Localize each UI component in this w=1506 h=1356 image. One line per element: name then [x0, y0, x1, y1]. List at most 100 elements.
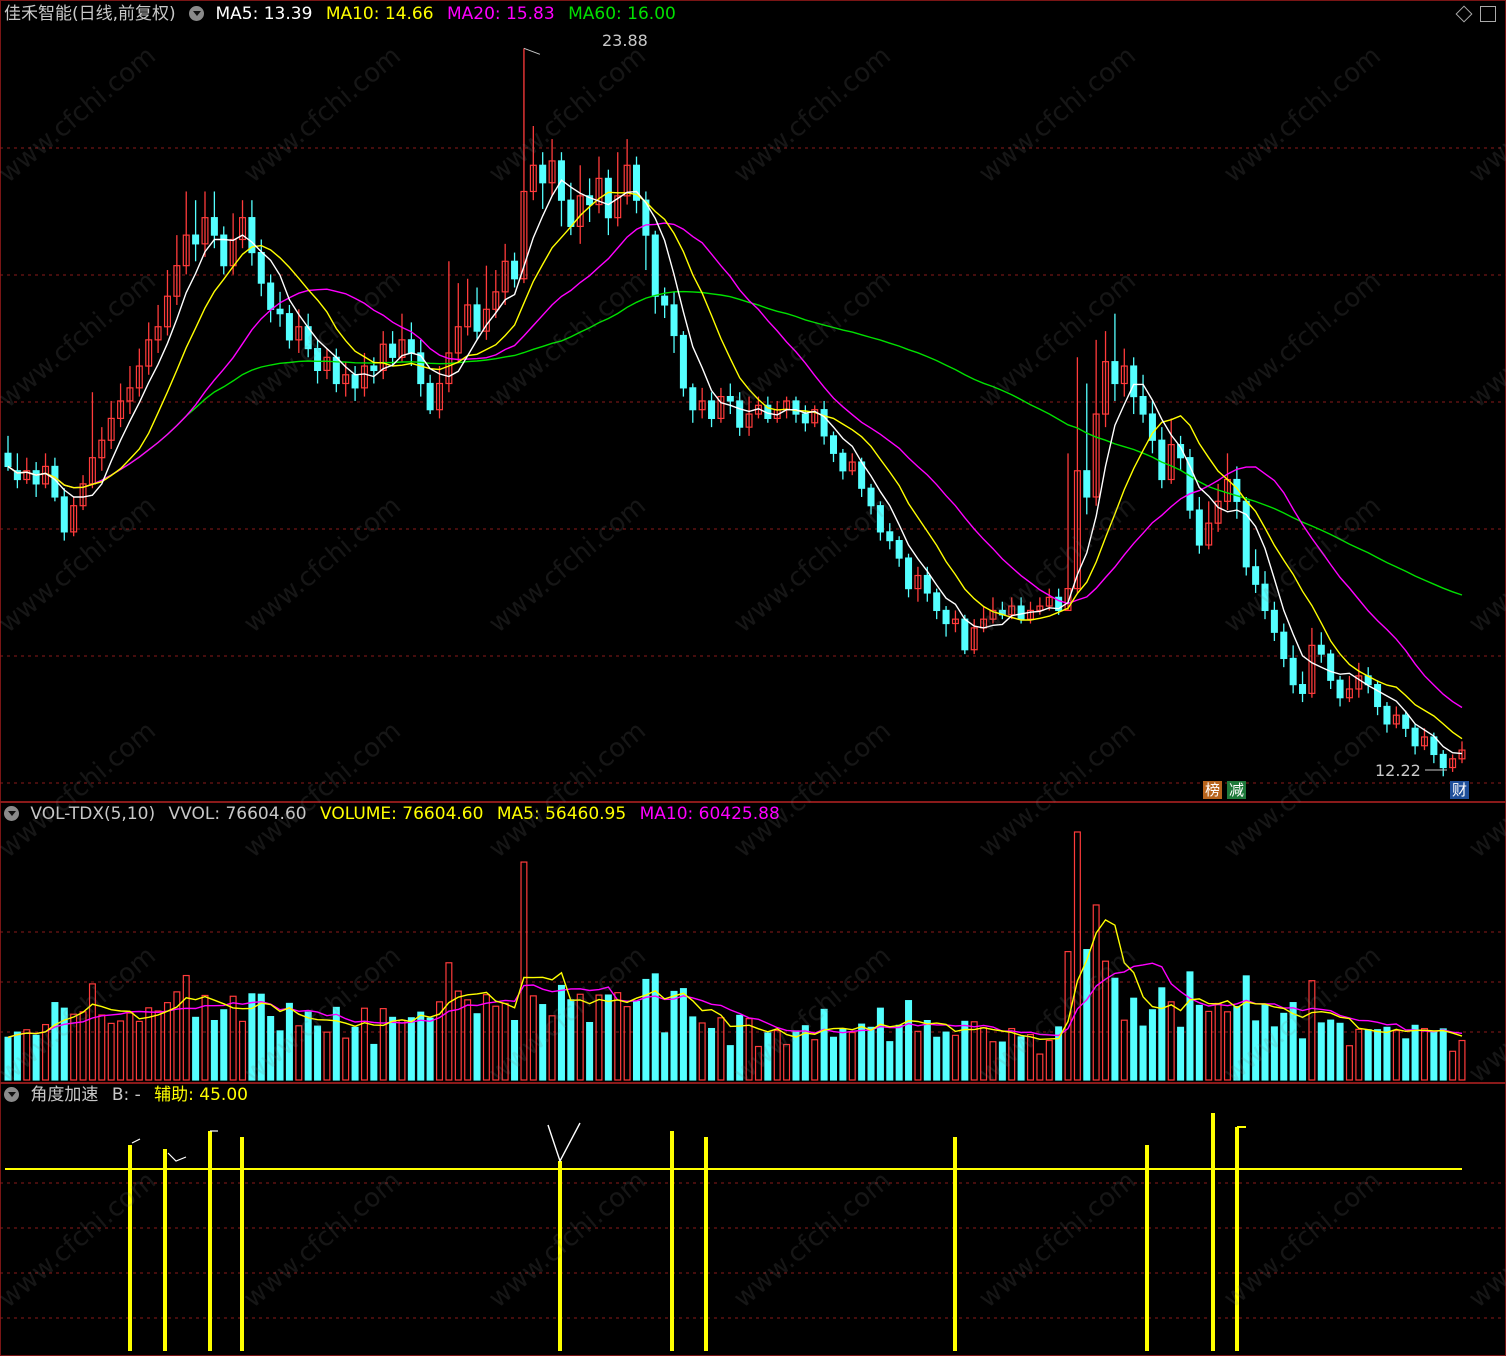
candle-down: [1317, 644, 1325, 655]
volume-bar: [126, 1012, 134, 1081]
candle-down: [567, 199, 575, 227]
candle-down: [351, 374, 359, 389]
candle-down: [923, 574, 931, 594]
volume-bar: [135, 1020, 143, 1081]
indicator-chart: [0, 1113, 1506, 1351]
volume-bar: [942, 1031, 950, 1081]
candle-down: [1383, 705, 1391, 725]
volume-bar: [1195, 1004, 1203, 1081]
volume-bar: [1374, 1029, 1382, 1081]
volume-bar: [923, 1019, 931, 1081]
volume-bar: [454, 990, 462, 1081]
candle-down: [1195, 509, 1203, 546]
volume-bar: [1036, 1053, 1044, 1081]
candle-down: [905, 557, 913, 590]
volume-bar: [1430, 1030, 1438, 1081]
volume-bar: [1177, 1026, 1185, 1081]
volume-bar: [389, 1016, 397, 1081]
volume-bar: [1458, 1039, 1466, 1081]
volume-bar: [220, 1009, 228, 1081]
volume-bar: [417, 1011, 425, 1081]
volume-bar: [229, 995, 237, 1081]
candle-down: [679, 334, 687, 389]
volume-bar: [445, 962, 453, 1081]
volume-bar: [951, 1034, 959, 1081]
volume-bar: [1073, 831, 1081, 1081]
volume-bar: [1120, 1019, 1128, 1081]
candle-down: [473, 304, 481, 332]
candle-down: [801, 413, 809, 424]
volume-bar: [1345, 1045, 1353, 1081]
candle-down: [792, 400, 800, 415]
candle-down: [1430, 736, 1438, 756]
candle-down: [1374, 684, 1382, 708]
candle-down: [708, 400, 716, 420]
volume-bar: [1317, 1022, 1325, 1081]
candle-down: [285, 313, 293, 341]
volume-bar: [651, 973, 659, 1081]
candle-down: [257, 251, 265, 284]
candle-down: [961, 618, 969, 651]
volume-bar: [379, 1008, 387, 1081]
low-price-label: 12.22: [1375, 761, 1421, 780]
high-marker: [523, 47, 541, 55]
candle-down: [1242, 500, 1250, 568]
candle-down: [539, 164, 547, 184]
volume-bar: [1045, 1039, 1053, 1081]
volume-bar: [811, 1039, 819, 1081]
volume-bar: [632, 1000, 641, 1081]
volume-bar: [604, 994, 612, 1081]
volume-bar: [848, 1031, 856, 1081]
volume-bar: [1411, 1024, 1419, 1081]
candle-down: [32, 470, 40, 485]
volume-bar: [1205, 1010, 1213, 1081]
candle-down: [661, 295, 669, 306]
volume-bar: [905, 1000, 913, 1081]
candle-down: [604, 177, 612, 219]
candle-down: [1130, 365, 1138, 398]
volume-bar: [473, 1013, 481, 1081]
candle-down: [670, 304, 678, 337]
candle-down: [1158, 439, 1166, 481]
volume-bar: [886, 1041, 894, 1081]
candle-down: [370, 365, 378, 372]
volume-bar: [1327, 1019, 1335, 1081]
volume-bar: [1392, 1029, 1400, 1081]
volume-bar: [182, 974, 190, 1081]
volume-bar: [351, 1026, 359, 1081]
candle-down: [1327, 653, 1335, 681]
volume-bar: [689, 1016, 697, 1081]
volume-bar: [201, 994, 209, 1081]
volume-bar: [1364, 1029, 1372, 1081]
volume-bar: [895, 1024, 903, 1081]
volume-bar: [829, 1036, 838, 1081]
volume-bar: [192, 1016, 200, 1081]
candle-down: [1280, 631, 1288, 660]
volume-bar: [154, 1010, 162, 1081]
candle-down: [651, 234, 659, 297]
candle-down: [4, 452, 12, 468]
candle-down: [511, 260, 519, 280]
candle-down: [1439, 753, 1447, 769]
volume-bar: [1158, 987, 1166, 1081]
volume-bar: [933, 1036, 941, 1081]
volume-bar: [1167, 1001, 1175, 1081]
volume-bar: [679, 988, 687, 1081]
badge-reduce[interactable]: 减: [1227, 781, 1247, 799]
volume-bar: [98, 1014, 106, 1081]
candle-down: [1083, 470, 1091, 498]
signal-mark: [131, 1138, 141, 1144]
candle-down: [1299, 684, 1307, 694]
candle-down: [426, 382, 434, 411]
volume-bar: [360, 1007, 368, 1081]
badge-finance[interactable]: 财: [1450, 781, 1470, 799]
candle-down: [60, 496, 68, 533]
volume-bar: [670, 990, 678, 1081]
volume-bar: [342, 1037, 350, 1081]
badge-rank[interactable]: 榜: [1203, 781, 1223, 799]
volume-bar: [426, 1017, 434, 1081]
volume-bar: [661, 1032, 669, 1081]
volume-bar: [210, 1019, 218, 1081]
volume-bar: [614, 992, 622, 1081]
volume-bar: [163, 1002, 171, 1081]
